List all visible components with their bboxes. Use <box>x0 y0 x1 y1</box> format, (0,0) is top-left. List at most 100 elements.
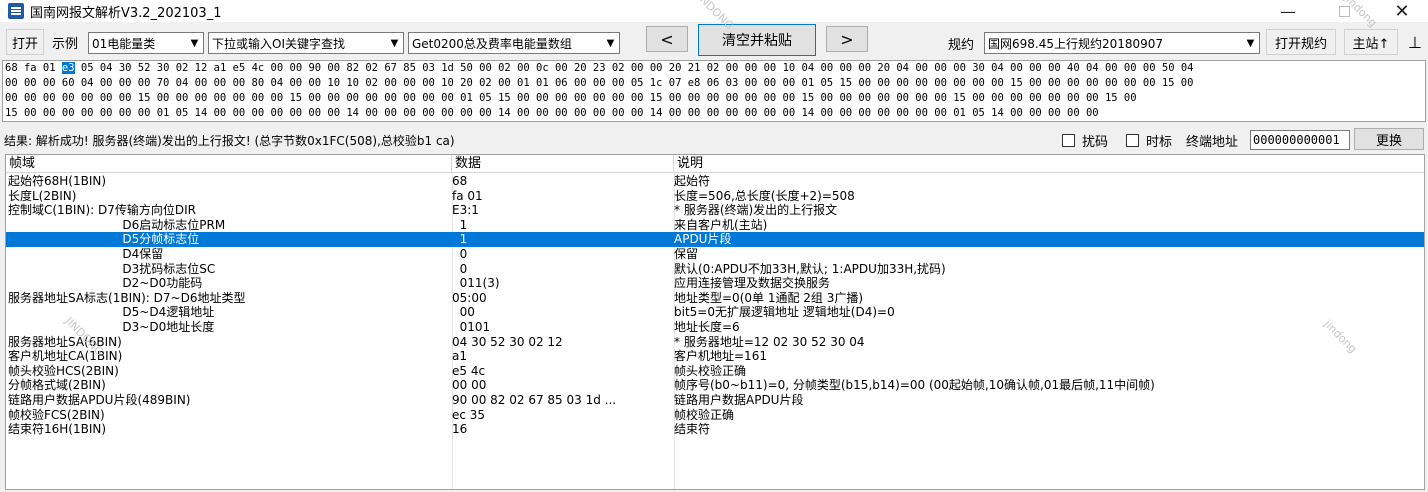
row-data: E3:1 <box>452 203 479 218</box>
row-field: 服务器地址SA(6BIN) <box>8 334 122 349</box>
row-desc: 起始符 <box>674 174 711 188</box>
row-field: D5分帧标志位 <box>8 232 200 247</box>
terminal-addr-label: 终端地址 <box>1186 135 1239 150</box>
row-field: 帧校验FCS(2BIN) <box>8 407 105 422</box>
table-row[interactable]: 帧头校验HCS(2BIN) e5 4c 帧头校验正确 <box>6 363 1424 379</box>
hex-line-1-pre: 68 fa 01 <box>5 62 62 74</box>
row-data: 011(3) <box>452 276 500 291</box>
table-row[interactable]: 帧校验FCS(2BIN) ec 35 帧校验正确 <box>6 407 1424 423</box>
table-row[interactable]: D5分帧标志位 1 APDU片段 <box>6 232 1424 247</box>
table-row[interactable]: 分帧格式域(2BIN) 00 00 帧序号(b0~b11)=0, 分帧类型(b15,… <box>6 378 1424 393</box>
scramble-label: 扰码 <box>1082 135 1109 150</box>
get-select[interactable]: Get0200总及费率电能量数组 ▼ <box>408 32 620 54</box>
replace-button[interactable]: 更换 <box>1354 128 1424 150</box>
row-field: 帧头校验HCS(2BIN) <box>8 363 119 378</box>
table-header: 帧域 数据 说明 <box>6 155 1424 173</box>
table-row[interactable]: D3~D0地址长度 0101 地址长度=6 <box>6 319 1424 335</box>
table-row[interactable]: D3扰码标志位SC 0 默认(0:APDU不加33H,默认; 1:APDU加33H… <box>6 261 1424 277</box>
example-select[interactable]: 01电能量类 ▼ <box>88 32 204 54</box>
row-field: D3扰码标志位SC <box>8 261 216 276</box>
close-button[interactable]: ✕ <box>1382 0 1422 22</box>
example-label: 示例 <box>52 37 79 52</box>
oi-search-combo[interactable]: 下拉或输入OI关键字查找 ▼ <box>208 32 404 54</box>
row-field: 长度L(2BIN) <box>8 188 77 203</box>
chevron-down-icon: ▼ <box>190 37 199 49</box>
terminal-addr-input[interactable]: 000000000001 <box>1250 130 1350 150</box>
protocol-label: 规约 <box>948 38 975 53</box>
row-desc: 链路用户数据APDU片段 <box>674 392 804 407</box>
row-desc: 帧序号(b0~b11)=0, 分帧类型(b15,b14)=00 (00起始帧,1… <box>674 378 1155 393</box>
row-data: 68 <box>452 174 468 188</box>
table-row[interactable]: D6启动标志位PRM 1 来自客户机(主站) <box>6 217 1424 233</box>
row-data: 0 <box>452 261 468 276</box>
header-data[interactable]: 数据 <box>452 155 674 173</box>
app-icon <box>8 3 24 19</box>
row-data: 16 <box>452 422 468 437</box>
table-row[interactable]: D4保留 0 保留 <box>6 246 1424 262</box>
maximize-button[interactable] <box>1324 0 1364 22</box>
toolbar: 打开 示例 01电能量类 ▼ 下拉或输入OI关键字查找 ▼ Get0200总及费… <box>0 24 1428 60</box>
hex-line-2: 00 00 00 60 04 00 00 00 70 04 00 00 00 8… <box>5 77 1194 89</box>
row-desc: 客户机地址=161 <box>674 349 767 364</box>
chevron-down-icon: ▼ <box>1246 37 1255 49</box>
hex-input[interactable]: 68 fa 01 e3 05 04 30 52 30 02 12 a1 e5 4… <box>2 60 1426 122</box>
minimize-button[interactable]: — <box>1268 0 1308 22</box>
scramble-checkbox[interactable] <box>1062 134 1075 147</box>
row-desc: 保留 <box>674 246 699 261</box>
row-desc: 长度=506,总长度(长度+2)=508 <box>674 188 855 203</box>
row-data: 1 <box>452 217 468 232</box>
table-body: 起始符68H(1BIN) 68 起始符 长度L(2BIN) fa 01 长度=506,总长… <box>6 174 1424 437</box>
row-field: D3~D0地址长度 <box>8 319 215 334</box>
hex-line-1-post: 05 04 30 52 30 02 12 a1 e5 4c 00 00 90 0… <box>74 62 1194 74</box>
row-data: 90 00 82 02 67 85 03 1d ... <box>452 392 617 407</box>
row-field: D4保留 <box>8 246 164 261</box>
row-desc: 帧头校验正确 <box>674 363 747 378</box>
chevron-down-icon: ▼ <box>606 37 615 49</box>
row-data: 05:00 <box>452 290 487 305</box>
row-data: ec 35 <box>452 407 486 422</box>
row-desc: * 服务器(终端)发出的上行报文 <box>674 203 838 218</box>
row-data: 0101 <box>452 319 491 334</box>
timestamp-checkbox[interactable] <box>1126 134 1139 147</box>
table-row[interactable]: D2~D0功能码 011(3) 应用连接管理及数据交换服务 <box>6 276 1424 291</box>
table-row[interactable]: D5~D4逻辑地址 00 bit5=0无扩展逻辑地址 逻辑地址(D4)=0 <box>6 305 1424 320</box>
clear-paste-button[interactable]: 清空并粘贴 <box>698 24 816 56</box>
master-button[interactable]: 主站↑ <box>1344 29 1398 55</box>
header-field[interactable]: 帧域 <box>6 155 452 173</box>
result-bar: 结果: 解析成功! 服务器(终端)发出的上行报文! (总字节数0x1FC(508… <box>0 128 1428 152</box>
open-protocol-button[interactable]: 打开规约 <box>1266 29 1336 55</box>
table-row[interactable]: 起始符68H(1BIN) 68 起始符 <box>6 174 1424 189</box>
extra-button[interactable]: ⊥ <box>1404 29 1426 55</box>
row-data: a1 <box>452 349 467 364</box>
row-data: 00 <box>452 305 475 320</box>
row-desc: 结束符 <box>674 422 711 437</box>
table-row[interactable]: 长度L(2BIN) fa 01 长度=506,总长度(长度+2)=508 <box>6 188 1424 204</box>
row-field: 起始符68H(1BIN) <box>8 174 107 188</box>
header-desc[interactable]: 说明 <box>674 155 1424 173</box>
table-row[interactable]: 服务器地址SA(6BIN) 04 30 52 30 02 12 * 服务器地址=12… <box>6 334 1424 350</box>
row-data: 1 <box>452 232 468 247</box>
table-row[interactable]: 结束符16H(1BIN) 16 结束符 <box>6 422 1424 437</box>
row-data: e5 4c <box>452 363 486 378</box>
row-desc: APDU片段 <box>674 232 732 247</box>
next-button[interactable]: > <box>826 26 868 52</box>
row-desc: bit5=0无扩展逻辑地址 逻辑地址(D4)=0 <box>674 305 895 320</box>
hex-selection: e3 <box>61 62 75 74</box>
row-field: D2~D0功能码 <box>8 276 203 291</box>
table-row[interactable]: 链路用户数据APDU片段(489BIN) 90 00 82 02 67 85 03… <box>6 392 1424 408</box>
oi-search-value: 下拉或输入OI关键字查找 <box>212 36 345 51</box>
row-field: 结束符16H(1BIN) <box>8 422 107 437</box>
chevron-down-icon: ▼ <box>390 37 399 49</box>
hex-line-4: 15 00 00 00 00 00 00 00 01 05 14 00 00 0… <box>5 107 1099 119</box>
prev-button[interactable]: < <box>646 26 688 52</box>
row-field: D6启动标志位PRM <box>8 217 226 232</box>
row-field: 服务器地址SA标志(1BIN): D7~D6地址类型 <box>8 290 246 305</box>
protocol-select[interactable]: 国网698.45上行规约20180907 ▼ <box>984 32 1260 54</box>
table-row[interactable]: 服务器地址SA标志(1BIN): D7~D6地址类型 05:00 地址类型=0(0单… <box>6 290 1424 306</box>
open-button[interactable]: 打开 <box>6 29 44 55</box>
row-field: 控制域C(1BIN): D7传输方向位DIR <box>8 203 196 218</box>
result-text: 结果: 解析成功! 服务器(终端)发出的上行报文! (总字节数0x1FC(508… <box>4 134 455 148</box>
table-row[interactable]: 客户机地址CA(1BIN) a1 客户机地址=161 <box>6 349 1424 364</box>
get-select-value: Get0200总及费率电能量数组 <box>412 36 572 51</box>
table-row[interactable]: 控制域C(1BIN): D7传输方向位DIR E3:1 * 服务器(终端)发出的上行… <box>6 203 1424 218</box>
